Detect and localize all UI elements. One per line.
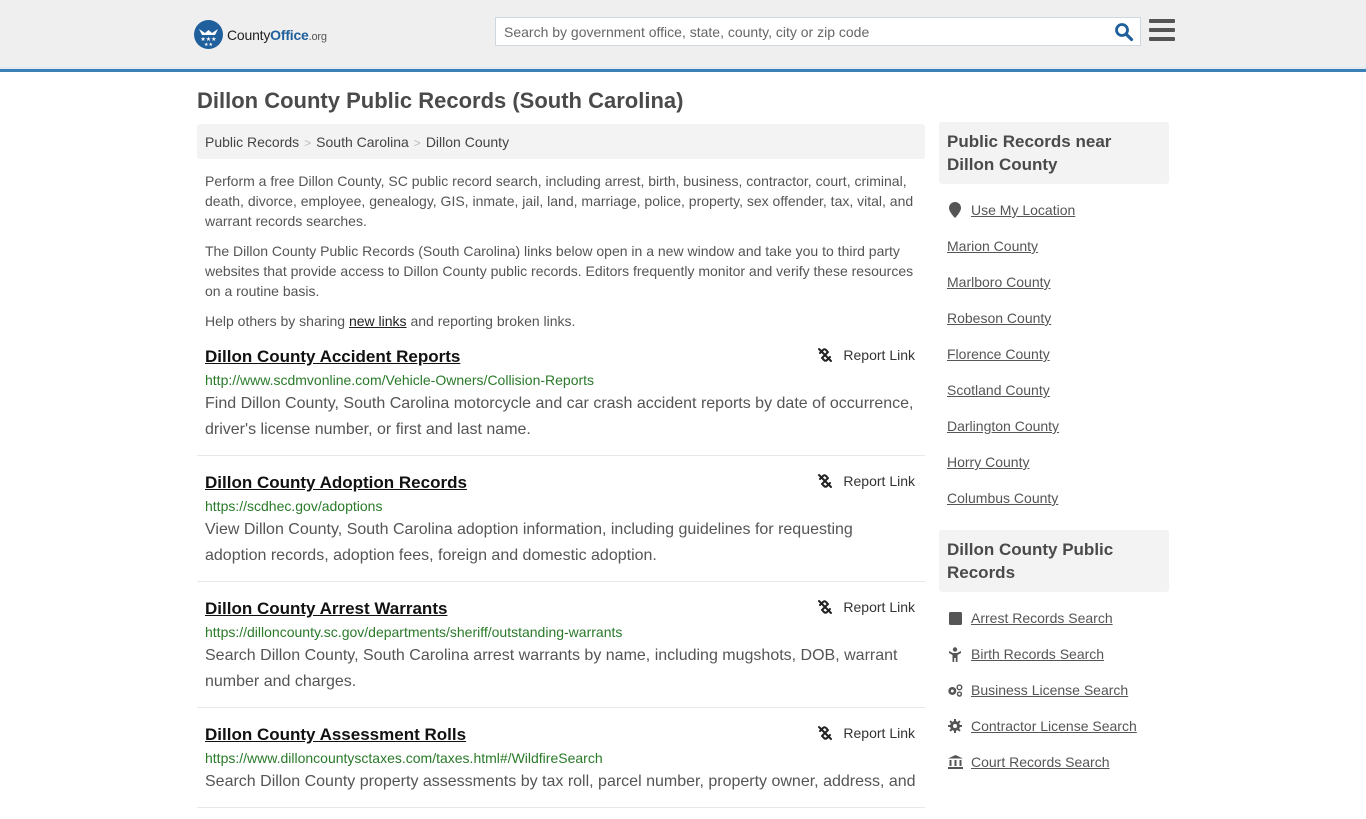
nearby-county-item[interactable]: Marion County bbox=[947, 228, 1161, 264]
county-record-item[interactable]: Arrest Records Search bbox=[947, 600, 1161, 636]
report-link-button[interactable]: Report Link bbox=[817, 347, 915, 363]
breadcrumb-public-records[interactable]: Public Records bbox=[205, 134, 299, 150]
report-link-label: Report Link bbox=[843, 347, 915, 363]
svg-text:★★: ★★ bbox=[204, 42, 213, 48]
search-box bbox=[495, 17, 1141, 46]
square-icon bbox=[947, 610, 963, 626]
record-description: View Dillon County, South Carolina adopt… bbox=[205, 521, 853, 564]
nearby-county-link[interactable]: Florence County bbox=[947, 346, 1050, 362]
county-record-link[interactable]: Birth Records Search bbox=[971, 646, 1104, 662]
report-link-button[interactable]: Report Link bbox=[817, 725, 915, 741]
logo-text: CountyOffice.org bbox=[227, 26, 327, 43]
record-item: Dillon County Accident Reports Report Lin… bbox=[197, 341, 925, 456]
record-description: Search Dillon County property assessment… bbox=[205, 773, 916, 790]
record-title-link[interactable]: Dillon County Accident Reports bbox=[205, 345, 460, 369]
report-link-label: Report Link bbox=[843, 599, 915, 615]
nearby-county-item[interactable]: Horry County bbox=[947, 444, 1161, 480]
nearby-county-link[interactable]: Darlington County bbox=[947, 418, 1059, 434]
help-text: Help others by sharing new links and rep… bbox=[205, 313, 576, 329]
record-title-link[interactable]: Dillon County Assessment Rolls bbox=[205, 723, 466, 747]
intro-paragraph: The Dillon County Public Records (South … bbox=[205, 243, 914, 299]
nearby-county-item[interactable]: Robeson County bbox=[947, 300, 1161, 336]
record-url-link[interactable]: http://www.scdmvonline.com/Vehicle-Owner… bbox=[205, 369, 917, 391]
record-url-link[interactable]: https://dilloncounty.sc.gov/departments/… bbox=[205, 621, 917, 643]
report-link-button[interactable]: Report Link bbox=[817, 473, 915, 489]
broken-link-icon bbox=[818, 600, 833, 614]
nearby-county-item[interactable]: Darlington County bbox=[947, 408, 1161, 444]
nearby-county-link[interactable]: Scotland County bbox=[947, 382, 1050, 398]
breadcrumb-dillon-county[interactable]: Dillon County bbox=[426, 134, 509, 150]
county-record-item[interactable]: Contractor License Search bbox=[947, 708, 1161, 744]
nearby-county-link[interactable]: Marion County bbox=[947, 238, 1038, 254]
menu-bar bbox=[1149, 19, 1175, 23]
broken-link-icon bbox=[818, 348, 833, 362]
nearby-county-link[interactable]: Horry County bbox=[947, 454, 1029, 470]
county-record-item[interactable]: Business License Search bbox=[947, 672, 1161, 708]
breadcrumb-separator: > bbox=[304, 136, 312, 150]
broken-link-icon bbox=[818, 726, 833, 740]
nearby-county-item[interactable]: Columbus County bbox=[947, 480, 1161, 516]
nearby-list: Use My Location Marion County Marlboro Co… bbox=[939, 184, 1169, 530]
use-my-location[interactable]: Use My Location bbox=[947, 192, 1161, 228]
search-icon bbox=[1115, 23, 1134, 42]
broken-link-icon bbox=[818, 474, 833, 488]
record-title-link[interactable]: Dillon County Arrest Warrants bbox=[205, 597, 447, 621]
record-url-link[interactable]: https://scdhec.gov/adoptions bbox=[205, 495, 917, 517]
sidebar: Public Records near Dillon County Use My… bbox=[939, 122, 1169, 794]
logo-eagle-icon: ★★★ ★★ bbox=[194, 20, 223, 49]
menu-bar bbox=[1149, 28, 1175, 32]
hamburger-menu-button[interactable] bbox=[1149, 19, 1175, 43]
new-links-link[interactable]: new links bbox=[349, 313, 407, 329]
report-link-label: Report Link bbox=[843, 473, 915, 489]
nearby-county-link[interactable]: Robeson County bbox=[947, 310, 1051, 326]
nearby-county-link[interactable]: Columbus County bbox=[947, 490, 1058, 506]
county-record-item[interactable]: Birth Records Search bbox=[947, 636, 1161, 672]
breadcrumb-south-carolina[interactable]: South Carolina bbox=[316, 134, 409, 150]
county-record-link[interactable]: Business License Search bbox=[971, 682, 1128, 698]
nearby-county-item[interactable]: Scotland County bbox=[947, 372, 1161, 408]
page-title: Dillon County Public Records (South Caro… bbox=[197, 88, 684, 113]
nearby-county-item[interactable]: Florence County bbox=[947, 336, 1161, 372]
use-my-location-link[interactable]: Use My Location bbox=[971, 202, 1075, 218]
child-icon bbox=[947, 646, 963, 662]
record-title-link[interactable]: Dillon County Adoption Records bbox=[205, 471, 467, 495]
main-content: Public Records > South Carolina > Dillon Cou… bbox=[197, 124, 925, 819]
record-url-link[interactable]: https://www.dilloncountysctaxes.com/taxe… bbox=[205, 747, 917, 769]
record-item: Dillon County Adoption Records Report Lin… bbox=[197, 467, 925, 582]
search-button[interactable] bbox=[1114, 22, 1134, 42]
county-record-item[interactable]: Court Records Search bbox=[947, 744, 1161, 780]
search-input[interactable] bbox=[496, 18, 1096, 45]
record-item: Dillon County Assessment Rolls Report Lin… bbox=[197, 719, 925, 808]
report-link-button[interactable]: Report Link bbox=[817, 599, 915, 615]
map-marker-icon bbox=[947, 202, 963, 218]
menu-bar bbox=[1149, 37, 1175, 41]
nearby-county-item[interactable]: Marlboro County bbox=[947, 264, 1161, 300]
county-record-link[interactable]: Contractor License Search bbox=[971, 718, 1137, 734]
nearby-county-link[interactable]: Marlboro County bbox=[947, 274, 1051, 290]
breadcrumb-separator: > bbox=[413, 136, 421, 150]
site-logo[interactable]: ★★★ ★★ CountyOffice.org bbox=[194, 20, 327, 49]
nearby-heading: Public Records near Dillon County bbox=[939, 122, 1169, 184]
intro-paragraph: Perform a free Dillon County, SC public … bbox=[205, 173, 914, 229]
county-record-link[interactable]: Arrest Records Search bbox=[971, 610, 1113, 626]
cogs-icon bbox=[947, 682, 963, 698]
record-description: Find Dillon County, South Carolina motor… bbox=[205, 395, 914, 438]
top-header: ★★★ ★★ CountyOffice.org bbox=[0, 0, 1366, 72]
record-item: Dillon County Arrest Warrants Report Link… bbox=[197, 593, 925, 708]
record-description: Search Dillon County, South Carolina arr… bbox=[205, 647, 898, 690]
breadcrumb: Public Records > South Carolina > Dillon Cou… bbox=[197, 124, 925, 159]
county-records-heading: Dillon County Public Records bbox=[939, 530, 1169, 592]
intro-text: Perform a free Dillon County, SC public … bbox=[197, 159, 925, 331]
gear-icon bbox=[947, 718, 963, 734]
county-records-list: Arrest Records Search Birth Records Searc… bbox=[939, 592, 1169, 794]
report-link-label: Report Link bbox=[843, 725, 915, 741]
records-list: Dillon County Accident Reports Report Lin… bbox=[197, 341, 925, 808]
